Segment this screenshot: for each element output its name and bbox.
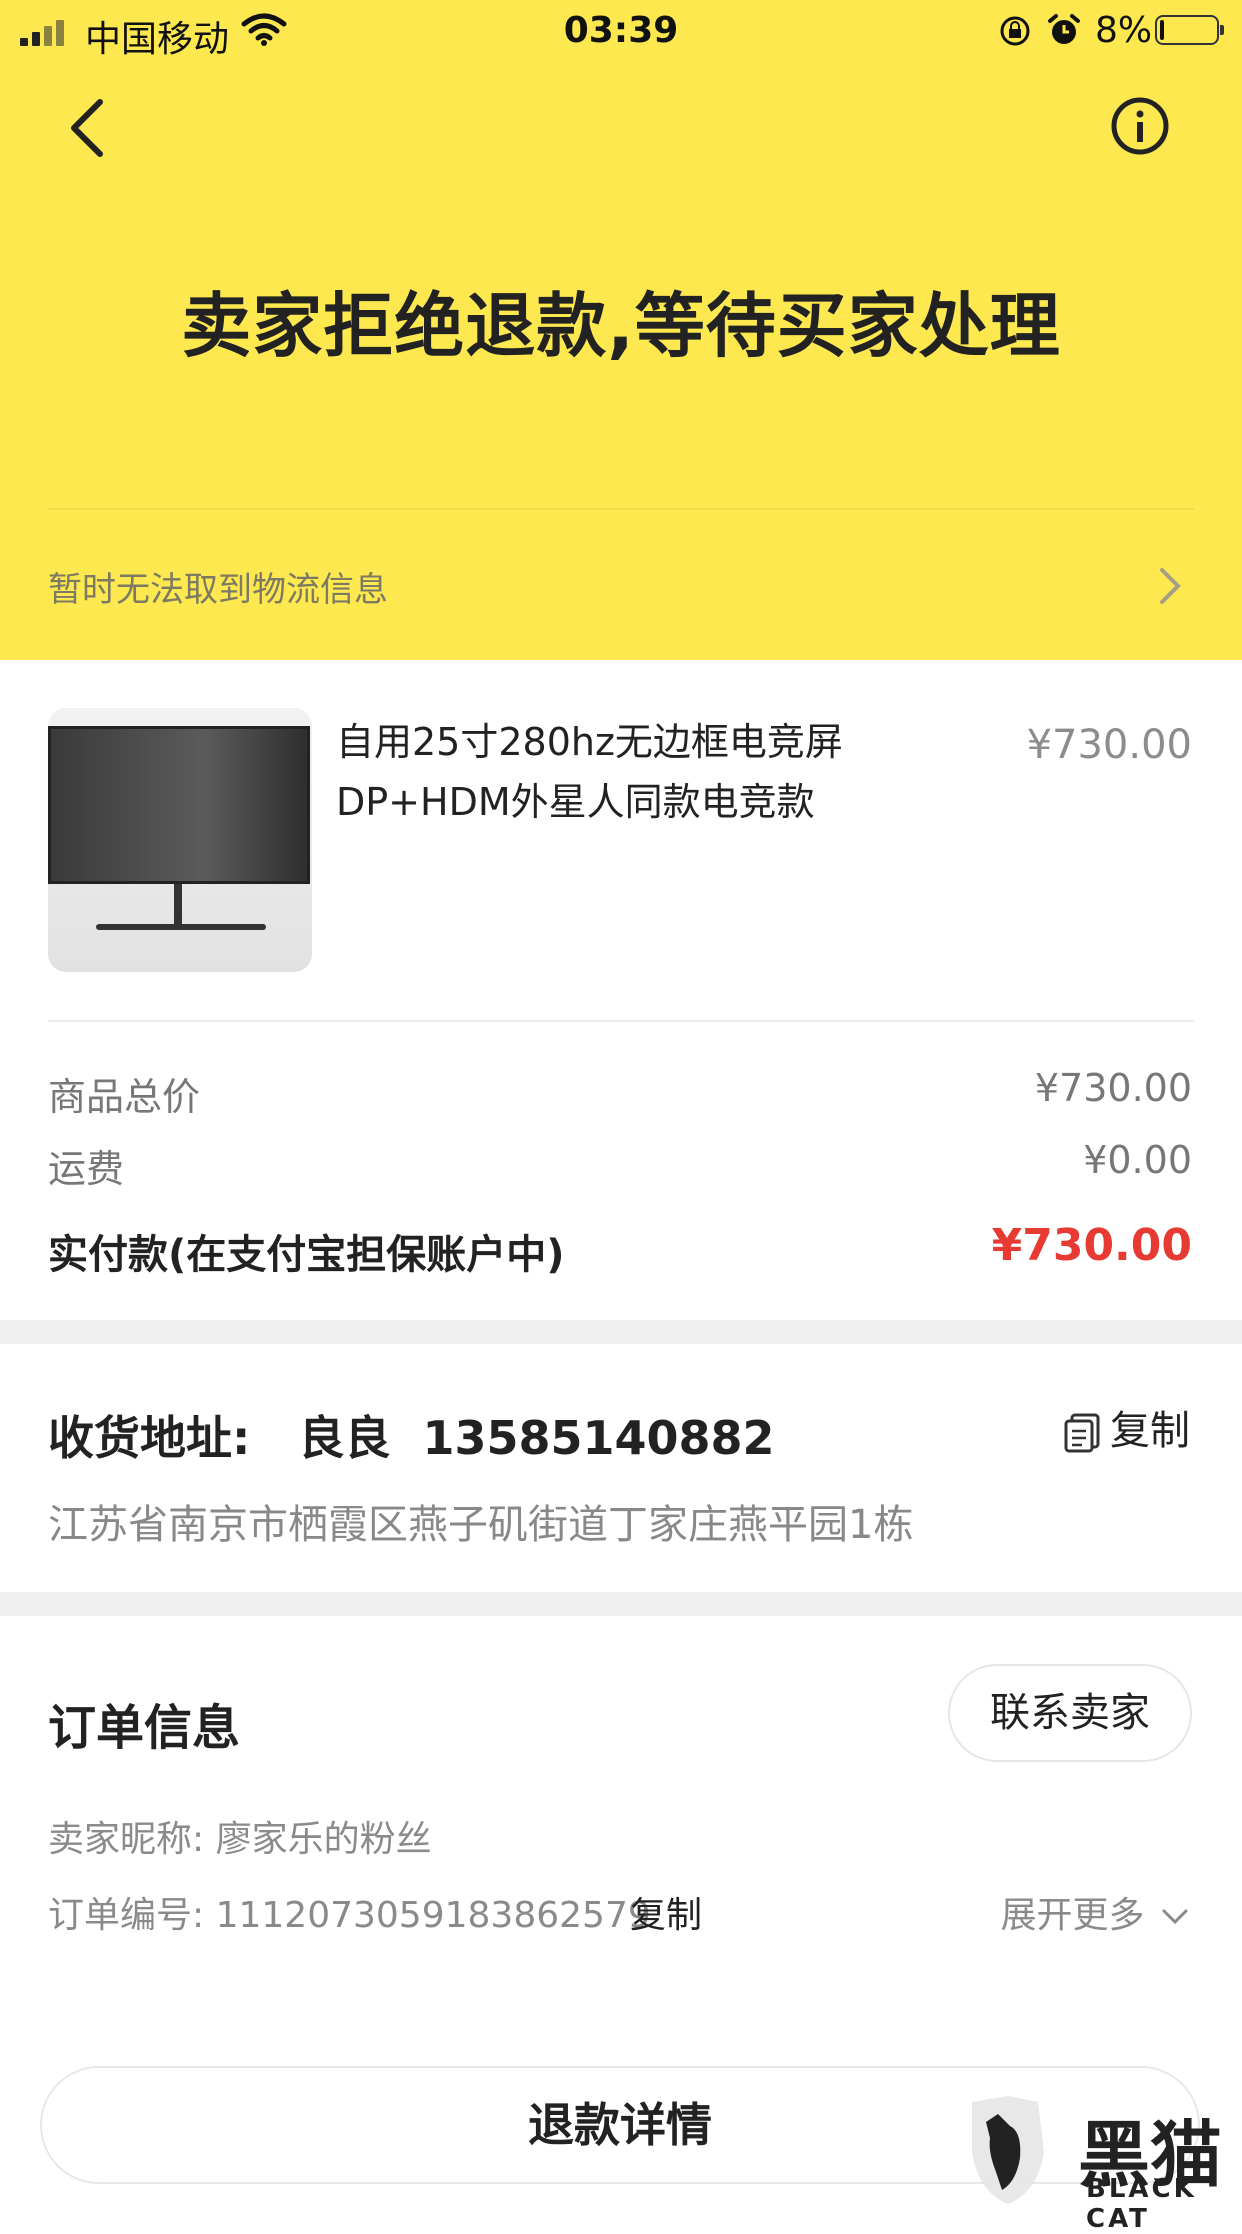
goods-total-value: ¥730.00: [1034, 1066, 1192, 1110]
copy-address-label: 复制: [1110, 1408, 1190, 1454]
battery-icon: [1155, 15, 1224, 45]
goods-total-label: 商品总价: [48, 1075, 201, 1119]
section-gap: [0, 1320, 1242, 1344]
paid-value: ¥730.00: [991, 1220, 1192, 1271]
header-divider: [48, 508, 1194, 510]
logistics-info[interactable]: 暂时无法取到物流信息: [48, 562, 388, 611]
order-number: 订单编号: 1112073059183862579: [48, 1895, 651, 1936]
seller-nickname: 卖家昵称: 廖家乐的粉丝: [48, 1819, 432, 1860]
copy-icon: [1064, 1413, 1100, 1453]
shipping-value: ¥0.00: [1083, 1138, 1192, 1182]
page-title: 卖家拒绝退款,等待买家处理: [181, 285, 1061, 367]
battery-fill: [1160, 20, 1164, 40]
copy-order-number-button[interactable]: 复制: [630, 1886, 702, 1938]
expand-more-label: 展开更多: [1000, 1895, 1145, 1936]
chevron-right-icon[interactable]: [1156, 566, 1184, 606]
monitor-base: [96, 924, 266, 930]
copy-address-button[interactable]: 复制: [1062, 1398, 1190, 1456]
watermark-sub: BLACK CAT: [1086, 2174, 1197, 2234]
address-detail: 江苏省南京市栖霞区燕子矶街道丁家庄燕平园1栋: [48, 1502, 914, 1548]
product-name-line1: 自用25寸280hz无边框电竞屏: [336, 720, 843, 764]
monitor-stand: [174, 884, 182, 926]
info-icon[interactable]: [1110, 96, 1170, 156]
monitor-screen: [48, 726, 310, 884]
alarm-icon: [1048, 14, 1080, 44]
paid-label: 实付款(在支付宝担保账户中): [48, 1232, 565, 1278]
contact-seller-button[interactable]: 联系卖家: [948, 1664, 1192, 1762]
shipping-label: 运费: [48, 1147, 125, 1191]
battery-percent: 8%: [1095, 10, 1153, 51]
divider: [48, 1020, 1194, 1022]
section-gap: [0, 1592, 1242, 1616]
order-info-title: 订单信息: [48, 1700, 241, 1756]
address-heading: 收货地址: 良良 13585140882: [48, 1411, 775, 1465]
product-name-line2: DP+HDM外星人同款电竞款: [336, 780, 815, 824]
chevron-down-icon: [1162, 1909, 1188, 1925]
status-bar: 中国移动 03:39 8%: [0, 0, 1242, 62]
product-price: ¥730.00: [1026, 722, 1192, 768]
expand-more-button[interactable]: 展开更多: [1001, 1886, 1190, 1938]
back-arrow-icon[interactable]: [66, 96, 110, 160]
lock-rotation-icon: [1000, 16, 1030, 46]
product-image[interactable]: [48, 708, 312, 972]
product-name[interactable]: 自用25寸280hz无边框电竞屏 DP+HDM外星人同款电竞款: [336, 712, 916, 832]
